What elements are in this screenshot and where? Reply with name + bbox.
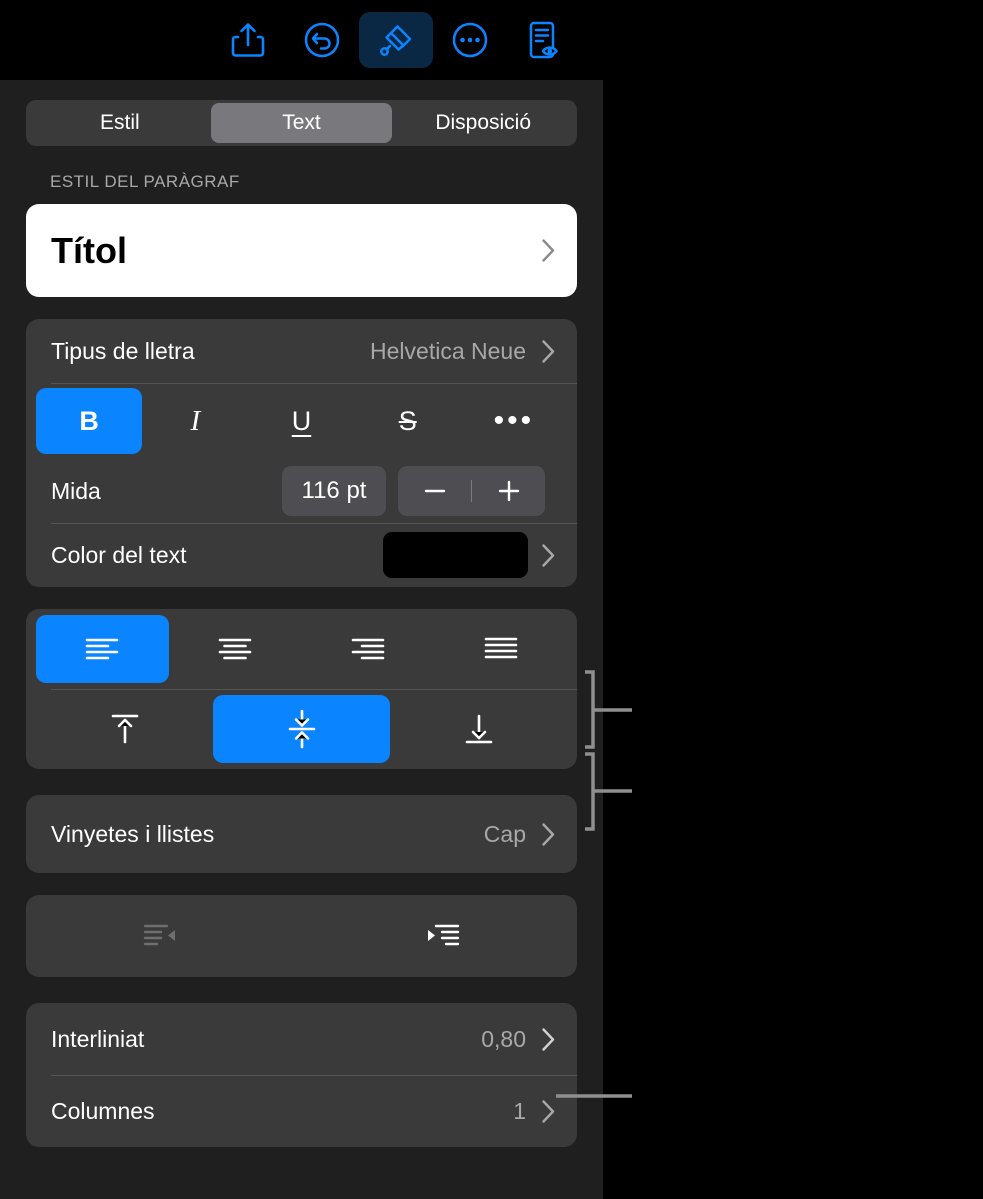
tab-text-label: Text bbox=[282, 111, 321, 134]
paragraph-style-card[interactable]: Títol bbox=[26, 204, 577, 297]
align-left-button[interactable] bbox=[36, 615, 169, 683]
align-left-icon bbox=[86, 638, 119, 660]
tab-estil-label: Estil bbox=[99, 111, 140, 134]
format-panel: Estil Text Disposició ESTIL DEL PARÀGRAF… bbox=[0, 80, 603, 1199]
size-value: 116 pt bbox=[301, 477, 367, 504]
more-text-options-button[interactable]: ••• bbox=[461, 388, 567, 454]
align-bottom-icon bbox=[465, 714, 492, 744]
more-options-icon bbox=[452, 22, 488, 58]
horizontal-alignment-row bbox=[26, 609, 577, 689]
minus-icon bbox=[424, 489, 445, 493]
increase-indent-icon bbox=[428, 924, 460, 946]
text-color-swatch[interactable] bbox=[383, 532, 528, 578]
font-group: Tipus de lletra Helvetica Neue B I U S •… bbox=[26, 319, 577, 587]
columns-row[interactable]: Columnes 1 bbox=[26, 1075, 577, 1147]
more-options-button[interactable] bbox=[433, 12, 507, 68]
align-center-button[interactable] bbox=[169, 615, 302, 683]
align-center-icon bbox=[218, 638, 252, 660]
indent-group bbox=[26, 895, 577, 977]
undo-button[interactable] bbox=[285, 12, 359, 68]
tab-estil[interactable]: Estil bbox=[29, 103, 211, 143]
strikethrough-label: S bbox=[398, 405, 417, 436]
font-value: Helvetica Neue bbox=[370, 337, 526, 364]
chevron-right-icon bbox=[542, 1099, 555, 1123]
chevron-right-icon bbox=[542, 543, 555, 567]
spacing-group: Interliniat 0,80 Columnes 1 bbox=[26, 1003, 577, 1147]
tab-text[interactable]: Text bbox=[210, 103, 393, 143]
align-top-icon bbox=[111, 714, 138, 744]
bullets-value: Cap bbox=[483, 820, 526, 847]
size-decrease-button[interactable] bbox=[398, 478, 471, 504]
strikethrough-button[interactable]: S bbox=[355, 388, 461, 454]
bullets-label: Vinyetes i llistes bbox=[51, 820, 215, 847]
bold-label: B bbox=[79, 405, 99, 436]
align-right-button[interactable] bbox=[302, 615, 435, 683]
columns-label: Columnes bbox=[51, 1097, 155, 1124]
chevron-right-icon bbox=[542, 1027, 555, 1051]
align-right-icon bbox=[351, 638, 385, 660]
chevron-right-icon bbox=[542, 822, 555, 846]
document-preview-icon bbox=[529, 21, 558, 59]
font-row[interactable]: Tipus de lletra Helvetica Neue bbox=[26, 319, 577, 383]
align-justify-button[interactable] bbox=[434, 615, 567, 683]
format-brush-icon bbox=[380, 25, 412, 56]
tab-disposicio-label: Disposició bbox=[435, 111, 532, 134]
ellipsis-icon: ••• bbox=[493, 404, 535, 437]
text-color-label: Color del text bbox=[51, 541, 187, 568]
top-toolbar bbox=[0, 0, 603, 80]
paragraph-style-value: Títol bbox=[51, 229, 127, 271]
size-label: Mida bbox=[51, 477, 101, 504]
underline-button[interactable]: U bbox=[248, 388, 354, 454]
columns-value: 1 bbox=[513, 1097, 526, 1124]
format-button[interactable] bbox=[359, 12, 433, 68]
decrease-indent-icon bbox=[143, 924, 175, 946]
size-value-field[interactable]: 116 pt bbox=[282, 466, 386, 516]
format-tabs: Estil Text Disposició bbox=[26, 100, 577, 146]
text-color-row[interactable]: Color del text bbox=[26, 523, 577, 587]
plus-icon bbox=[498, 480, 519, 502]
alignment-group bbox=[26, 609, 577, 769]
line-spacing-value: 0,80 bbox=[481, 1025, 526, 1052]
screen: Estil Text Disposició ESTIL DEL PARÀGRAF… bbox=[0, 0, 983, 1199]
text-style-buttons: B I U S ••• bbox=[26, 383, 577, 459]
align-middle-icon bbox=[288, 709, 315, 749]
line-spacing-row[interactable]: Interliniat 0,80 bbox=[26, 1003, 577, 1075]
paragraph-style-section-label: ESTIL DEL PARÀGRAF bbox=[50, 172, 240, 191]
bullets-row[interactable]: Vinyetes i llistes Cap bbox=[26, 795, 577, 873]
font-label: Tipus de lletra bbox=[51, 337, 195, 364]
share-button[interactable] bbox=[211, 12, 285, 68]
increase-indent-button[interactable] bbox=[302, 921, 578, 951]
italic-button[interactable]: I bbox=[142, 388, 248, 454]
size-increase-button[interactable] bbox=[472, 478, 545, 504]
vertical-alignment-row bbox=[26, 689, 577, 769]
decrease-indent-button[interactable] bbox=[26, 921, 302, 951]
chevron-right-icon bbox=[542, 239, 555, 262]
underline-label: U bbox=[291, 405, 312, 436]
undo-icon bbox=[304, 22, 340, 58]
bold-button[interactable]: B bbox=[36, 388, 143, 454]
line-spacing-label: Interliniat bbox=[51, 1025, 145, 1052]
align-bottom-button[interactable] bbox=[390, 695, 567, 763]
italic-label: I bbox=[190, 404, 201, 437]
align-top-button[interactable] bbox=[36, 695, 213, 763]
size-row: Mida 116 pt bbox=[26, 459, 577, 523]
size-stepper bbox=[398, 466, 545, 516]
bullets-group: Vinyetes i llistes Cap bbox=[26, 795, 577, 873]
document-preview-button[interactable] bbox=[507, 12, 581, 68]
align-justify-icon bbox=[484, 637, 517, 659]
share-icon bbox=[231, 23, 265, 57]
align-middle-button[interactable] bbox=[213, 695, 390, 763]
chevron-right-icon bbox=[542, 339, 555, 363]
tab-disposicio[interactable]: Disposició bbox=[392, 103, 574, 143]
